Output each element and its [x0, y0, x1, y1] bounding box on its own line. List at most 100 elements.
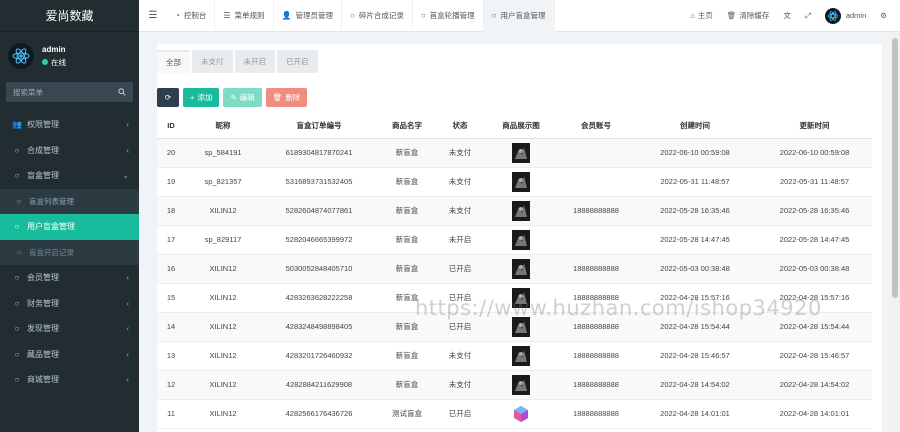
sidebar-item-9[interactable]: ○ 藏品管理 ‹	[0, 342, 139, 368]
filter-tab-2[interactable]: 未开启	[234, 50, 275, 73]
cell-nickname: sp_584191	[185, 138, 261, 168]
filter-tab-3[interactable]: 已开启	[277, 50, 318, 73]
table-row[interactable]: 16 XILIN12 5030052848405710 新盲盒 已开启 188888888…	[157, 254, 872, 284]
sidebar-item-2[interactable]: ○ 盲盒管理 ⌄	[0, 163, 139, 189]
cell-thumbnail	[483, 370, 559, 400]
cell-nickname: XILIN12	[185, 196, 261, 226]
app-logo[interactable]: 爱尚数藏	[0, 0, 139, 32]
cell-order-number: 4282884211629908	[261, 370, 377, 400]
tab-label: 首盒轮播管理	[429, 11, 475, 20]
column-header[interactable]: 创建时间	[633, 114, 757, 139]
tab-label: 碎片合成记录	[358, 11, 404, 20]
home-link[interactable]: ⌂ 主页	[683, 10, 720, 21]
circle-icon: ○	[14, 375, 20, 385]
circle-icon: ○	[420, 11, 426, 20]
column-header[interactable]: ID	[157, 114, 185, 139]
dashboard-icon: ◔	[175, 11, 180, 20]
filter-tab-1[interactable]: 未支付	[192, 50, 233, 73]
cell-status: 未支付	[437, 167, 483, 197]
fullscreen-button[interactable]: ⤢	[798, 11, 818, 21]
table-row[interactable]: 11 XILIN12 4282566176436726 测试盲盒 已开启 18888888…	[157, 399, 872, 429]
product-cube-image[interactable]	[512, 405, 530, 422]
edit-button[interactable]: ✎ 编辑	[223, 88, 262, 107]
cell-status: 未支付	[437, 370, 483, 400]
column-header[interactable]: 更新时间	[757, 114, 872, 139]
sidebar-item-0[interactable]: 👥 权限管理 ‹	[0, 112, 139, 138]
cell-nickname: XILIN12	[185, 254, 261, 284]
cell-product-name: 新盲盒	[377, 196, 437, 226]
tab-3[interactable]: ○ 碎片合成记录	[342, 0, 413, 32]
chevron-left-icon: ‹	[126, 349, 129, 359]
refresh-icon: ⟳	[164, 93, 172, 102]
menu-toggle-icon[interactable]: ☰	[139, 10, 167, 21]
cell-nickname: XILIN12	[185, 341, 261, 371]
add-button[interactable]: + 添加	[183, 88, 220, 107]
page-scrollbar[interactable]	[890, 32, 900, 432]
chevron-left-icon: ‹	[126, 145, 129, 155]
table-row[interactable]: 19 sp_821357 5316893731532405 新盲盒 未支付 2022-05…	[157, 167, 872, 197]
column-header[interactable]: 昵称	[185, 114, 261, 139]
search-icon[interactable]	[118, 88, 126, 96]
tab-2[interactable]: 👤 管理员管理	[274, 0, 342, 32]
product-image[interactable]	[512, 171, 530, 192]
table-row[interactable]: 20 sp_584191 6189304817870241 新盲盒 未支付 2022-06…	[157, 138, 872, 168]
column-header[interactable]: 状态	[437, 114, 483, 139]
product-image[interactable]	[512, 258, 530, 279]
gears-icon: ⚙	[880, 11, 887, 20]
sidebar-item-8[interactable]: ○ 发现管理 ‹	[0, 316, 139, 342]
sidebar-item-label: 会员管理	[27, 273, 59, 283]
product-image[interactable]	[512, 142, 530, 163]
cell-id: 18	[157, 196, 185, 226]
filter-tab-0[interactable]: 全部	[157, 50, 190, 73]
sidebar-item-1[interactable]: ○ 合成管理 ‹	[0, 138, 139, 164]
sidebar-item-7[interactable]: ○ 财务管理 ‹	[0, 291, 139, 317]
cell-thumbnail	[483, 196, 559, 226]
cell-status: 已开启	[437, 399, 483, 429]
product-image[interactable]	[512, 374, 530, 395]
language-button[interactable]: 文	[776, 10, 798, 21]
search-placeholder: 搜索菜单	[13, 87, 43, 97]
product-image[interactable]	[512, 229, 530, 250]
settings-button[interactable]: ⚙	[873, 11, 894, 20]
column-header[interactable]: 商品名字	[377, 114, 437, 139]
chevron-left-icon: ‹	[126, 298, 129, 308]
column-header[interactable]: 商品展示图	[483, 114, 559, 139]
clear-cache-button[interactable]: 🗑 清除缓存	[720, 10, 777, 21]
cell-status: 已开启	[437, 254, 483, 284]
sidebar-search-input[interactable]: 搜索菜单	[6, 82, 133, 102]
product-image[interactable]	[512, 345, 530, 366]
sidebar-item-4[interactable]: ○ 用户盲盒管理	[0, 214, 139, 240]
tab-4[interactable]: ○ 首盒轮播管理	[413, 0, 484, 32]
tab-0[interactable]: ◔ 控制台	[167, 0, 216, 32]
product-image[interactable]	[512, 200, 530, 221]
sidebar-item-3[interactable]: ○ 盲盒列表管理	[0, 188, 139, 214]
cell-account	[559, 225, 633, 255]
sidebar-item-5[interactable]: ○ 盲盒开启记录	[0, 239, 139, 265]
scrollbar-thumb[interactable]	[892, 38, 898, 298]
cell-updated-time: 2022-04-28 14:54:02	[757, 370, 872, 400]
trash-icon: 🗑	[726, 11, 737, 20]
table-row[interactable]: 17 sp_829117 5282046665399972 新盲盒 未开启 2022-05…	[157, 225, 872, 255]
sidebar-item-6[interactable]: ○ 会员管理 ‹	[0, 265, 139, 291]
cell-updated-time: 2022-05-28 16:35:46	[757, 196, 872, 226]
tab-5[interactable]: ○ 用户盲盒管理	[483, 0, 555, 32]
fullscreen-icon: ⤢	[804, 10, 811, 20]
table-row[interactable]: 12 XILIN12 4282884211629908 新盲盒 未支付 188888888…	[157, 370, 872, 400]
delete-button[interactable]: 🗑 删除	[265, 88, 308, 107]
cell-status: 未开启	[437, 225, 483, 255]
table-header-row: ID 昵称 盲盒订单编号 商品名字 状态 商品展示图 会员账号 创建时间 更新时间	[157, 114, 872, 139]
column-header[interactable]: 会员账号	[559, 114, 633, 139]
tab-1[interactable]: ☰ 菜单规则	[215, 0, 274, 32]
table-row[interactable]: 18 XILIN12 5282604874077861 新盲盒 未支付 188888888…	[157, 196, 872, 226]
cell-product-name: 新盲盒	[377, 341, 437, 371]
language-icon: 文	[783, 11, 791, 20]
chevron-left-icon: ‹	[126, 120, 129, 130]
sidebar-item-10[interactable]: ○ 商城管理 ‹	[0, 367, 139, 393]
admin-menu[interactable]: admin	[818, 7, 873, 24]
cell-id: 11	[157, 399, 185, 429]
cell-id: 15	[157, 283, 185, 313]
column-header[interactable]: 盲盒订单编号	[261, 114, 377, 139]
table-row[interactable]: 13 XILIN12 4283201726460932 新盲盒 未支付 188888888…	[157, 341, 872, 371]
refresh-button[interactable]: ⟳	[157, 88, 179, 107]
product-image[interactable]	[512, 316, 530, 337]
